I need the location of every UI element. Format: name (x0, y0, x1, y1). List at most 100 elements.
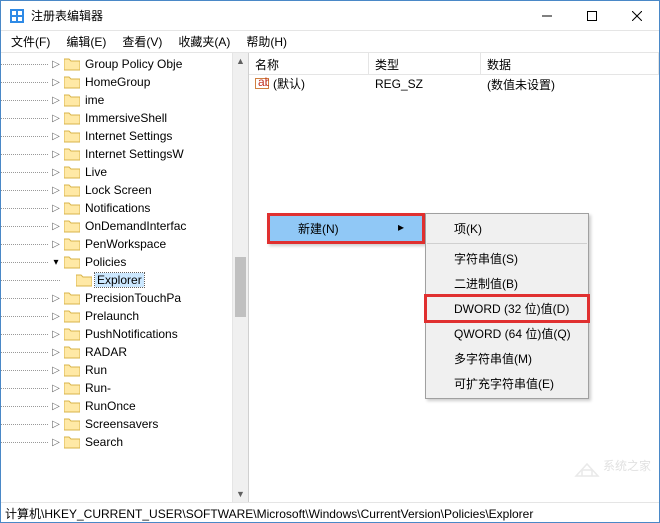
folder-icon (64, 237, 80, 251)
folder-icon (64, 93, 80, 107)
ctx-new-qword[interactable]: QWORD (64 位)值(Q) (426, 321, 588, 346)
tree-node[interactable]: ▷ Prelaunch (1, 307, 248, 325)
tree-node-label: Prelaunch (83, 309, 141, 323)
expand-icon[interactable]: ▷ (49, 291, 63, 305)
tree-node-label: Policies (83, 255, 128, 269)
tree-node[interactable]: ▷ Group Policy Obje (1, 55, 248, 73)
minimize-button[interactable] (524, 1, 569, 30)
folder-icon (64, 111, 80, 125)
expand-icon[interactable]: ▷ (49, 327, 63, 341)
tree-node-label: Group Policy Obje (83, 57, 184, 71)
tree-node[interactable]: ▷ RADAR (1, 343, 248, 361)
ctx-new-expandstring[interactable]: 可扩充字符串值(E) (426, 371, 588, 396)
value-name: (默认) (273, 77, 305, 91)
tree-node[interactable]: ▷ime (1, 91, 248, 109)
menu-file[interactable]: 文件(F) (3, 31, 58, 52)
expand-icon[interactable]: ▷ (49, 165, 63, 179)
folder-icon (64, 291, 80, 305)
expand-icon[interactable]: ▷ (49, 57, 63, 71)
expand-icon[interactable]: ▷ (49, 309, 63, 323)
ctx-new-multistring[interactable]: 多字符串值(M) (426, 346, 588, 371)
scroll-thumb[interactable] (235, 257, 246, 317)
cell-type: REG_SZ (369, 76, 481, 92)
statusbar: 计算机\HKEY_CURRENT_USER\SOFTWARE\Microsoft… (1, 502, 659, 522)
expand-icon[interactable]: ▷ (49, 345, 63, 359)
ctx-new[interactable]: 新建(N) ▸ (270, 216, 422, 241)
ctx-new-binary[interactable]: 二进制值(B) (426, 271, 588, 296)
expand-icon[interactable]: ▷ (49, 147, 63, 161)
expand-icon[interactable]: ▷ (49, 417, 63, 431)
expand-icon[interactable]: ▷ (49, 93, 63, 107)
tree-node[interactable]: ▷OnDemandInterfac (1, 217, 248, 235)
tree-node[interactable]: ▷PushNotifications (1, 325, 248, 343)
expand-icon[interactable]: ▷ (49, 201, 63, 215)
header-data[interactable]: 数据 (481, 53, 659, 74)
expand-icon[interactable]: ▷ (49, 381, 63, 395)
tree-node[interactable]: ▷Internet SettingsW (1, 145, 248, 163)
expand-icon[interactable]: ▷ (49, 219, 63, 233)
context-submenu-new: 项(K) 字符串值(S) 二进制值(B) DWORD (32 位)值(D) QW… (425, 213, 589, 399)
folder-icon (64, 183, 80, 197)
folder-icon (64, 201, 80, 215)
tree-node-label: RunOnce (83, 399, 138, 413)
tree-node-label: PrecisionTouchPa (83, 291, 183, 305)
cell-data: (数值未设置) (481, 75, 659, 94)
expand-icon[interactable]: ▷ (49, 75, 63, 89)
tree-node[interactable]: ▷ Screensavers (1, 415, 248, 433)
window-controls (524, 1, 659, 30)
folder-icon (64, 345, 80, 359)
menu-edit[interactable]: 编辑(E) (58, 31, 114, 52)
expand-icon[interactable]: ▷ (49, 129, 63, 143)
header-name[interactable]: 名称 (249, 53, 369, 74)
folder-icon (64, 165, 80, 179)
tree-node[interactable]: ▷ PrecisionTouchPa (1, 289, 248, 307)
folder-icon (64, 417, 80, 431)
expand-icon[interactable]: ▷ (49, 237, 63, 251)
expand-icon[interactable]: ▷ (49, 399, 63, 413)
ctx-new-key[interactable]: 项(K) (426, 216, 588, 241)
folder-icon (64, 399, 80, 413)
scroll-up-button[interactable]: ▲ (233, 53, 248, 69)
expand-icon[interactable]: ▷ (49, 435, 63, 449)
folder-icon (64, 219, 80, 233)
ctx-new-dword[interactable]: DWORD (32 位)值(D) (426, 296, 588, 321)
menu-help[interactable]: 帮助(H) (238, 31, 295, 52)
expand-icon[interactable]: ▷ (49, 363, 63, 377)
scroll-down-button[interactable]: ▼ (233, 486, 248, 502)
titlebar[interactable]: 注册表编辑器 (1, 1, 659, 31)
collapse-icon[interactable]: ▾ (49, 255, 63, 269)
tree-node[interactable]: ▷HomeGroup (1, 73, 248, 91)
tree-node[interactable]: ▷ Lock Screen (1, 181, 248, 199)
tree-node-label: Notifications (83, 201, 152, 215)
context-menu: 新建(N) ▸ (267, 213, 425, 244)
expand-icon[interactable]: ▷ (49, 111, 63, 125)
registry-tree[interactable]: ▷ Group Policy Obje ▷HomeGroup▷ime▷Immersi… (1, 53, 248, 453)
close-button[interactable] (614, 1, 659, 30)
tree-panel: ▷ Group Policy Obje ▷HomeGroup▷ime▷Immersi… (1, 53, 249, 502)
tree-node[interactable]: ▷ Notifications (1, 199, 248, 217)
tree-node[interactable]: ▷Internet Settings (1, 127, 248, 145)
tree-node[interactable]: ▷Live (1, 163, 248, 181)
list-row[interactable]: ab(默认) REG_SZ (数值未设置) (249, 75, 659, 93)
tree-node-label: Screensavers (83, 417, 160, 431)
tree-node[interactable]: Explorer (1, 271, 248, 289)
tree-node-label: Lock Screen (83, 183, 154, 197)
tree-node[interactable]: ▷ImmersiveShell (1, 109, 248, 127)
header-type[interactable]: 类型 (369, 53, 481, 74)
tree-node-label: RADAR (83, 345, 129, 359)
tree-node[interactable]: ▷ Search (1, 433, 248, 451)
tree-node[interactable]: ▷PenWorkspace (1, 235, 248, 253)
ctx-new-string[interactable]: 字符串值(S) (426, 246, 588, 271)
tree-node[interactable]: ▷Run (1, 361, 248, 379)
folder-icon (76, 273, 92, 287)
tree-scrollbar[interactable]: ▲ ▼ (232, 53, 248, 502)
tree-node[interactable]: ▾ Policies (1, 253, 248, 271)
menu-favorites[interactable]: 收藏夹(A) (170, 31, 238, 52)
tree-node-label: Search (83, 435, 125, 449)
tree-node[interactable]: ▷ RunOnce (1, 397, 248, 415)
maximize-button[interactable] (569, 1, 614, 30)
tree-node[interactable]: ▷Run- (1, 379, 248, 397)
folder-icon (64, 147, 80, 161)
menu-view[interactable]: 查看(V) (114, 31, 170, 52)
expand-icon[interactable]: ▷ (49, 183, 63, 197)
